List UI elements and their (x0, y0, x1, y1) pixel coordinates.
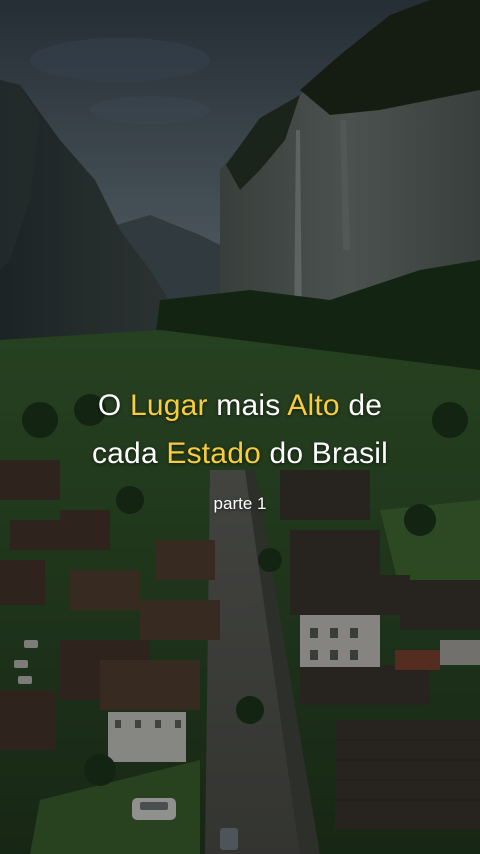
caption-word: O (97, 389, 130, 422)
caption-word: do Brasil (260, 437, 389, 470)
part-label: parte 1 (213, 494, 267, 513)
caption-highlight-word: Estado (166, 437, 261, 470)
caption-highlight-word: Lugar (129, 389, 208, 422)
caption-word: cada (91, 437, 167, 470)
caption-line-1: O Lugar mais Alto de (0, 382, 480, 430)
video-caption: O Lugar mais Alto de cada Estado do Bras… (0, 382, 480, 478)
caption-word: mais (207, 389, 288, 422)
caption-word: de (339, 389, 383, 422)
caption-highlight-word: Alto (287, 389, 340, 422)
video-frame: O Lugar mais Alto de cada Estado do Bras… (0, 0, 480, 854)
caption-line-2: cada Estado do Brasil (0, 430, 480, 478)
